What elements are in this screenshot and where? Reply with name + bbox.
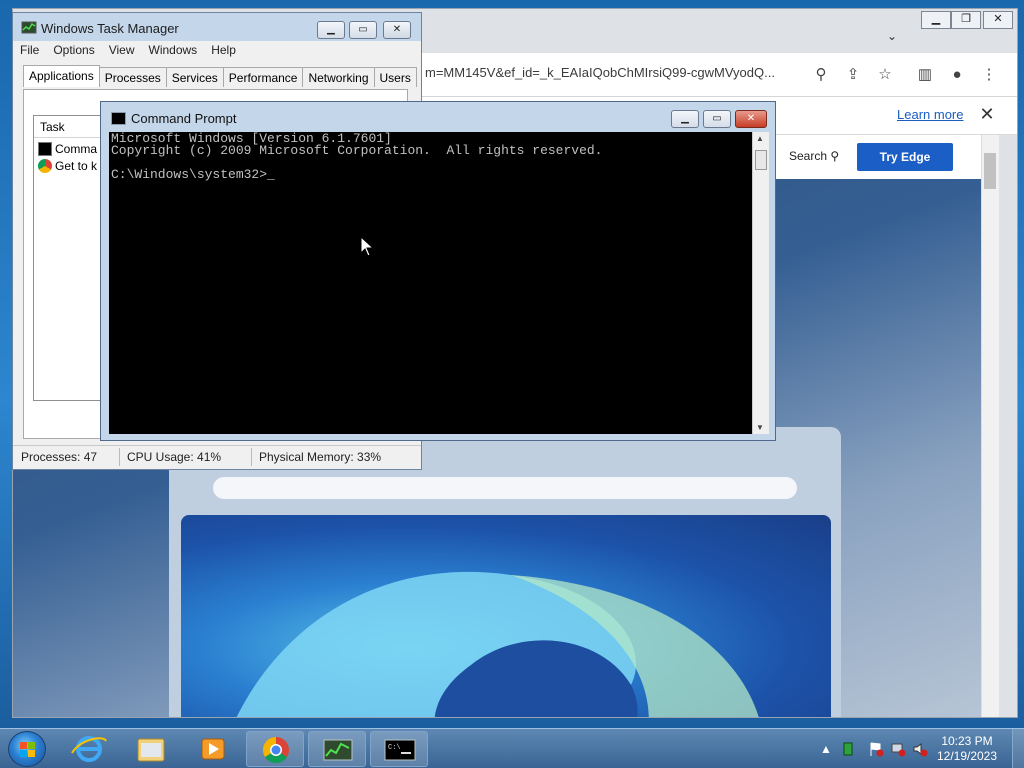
- network-activity-icon[interactable]: [840, 741, 856, 757]
- menu-help[interactable]: Help: [204, 41, 243, 59]
- task-manager-icon: [323, 739, 353, 761]
- taskmgr-restore-button[interactable]: ▭: [349, 21, 377, 39]
- status-divider: [251, 448, 252, 466]
- clock-date: 12/19/2023: [936, 749, 998, 763]
- chrome-icon: [38, 159, 52, 173]
- cmd-icon: [38, 142, 52, 156]
- share-icon[interactable]: ⇪: [841, 63, 865, 87]
- infobar-close-icon[interactable]: ✕: [975, 102, 999, 126]
- tab-applications[interactable]: Applications: [23, 65, 100, 87]
- task-manager-tabs: Applications Processes Services Performance…: [23, 65, 417, 89]
- taskbar-explorer-button[interactable]: [122, 731, 180, 767]
- svg-text:C:\: C:\: [388, 744, 401, 752]
- taskbar-ie-button[interactable]: [60, 731, 118, 767]
- taskbar-task-manager-button[interactable]: [308, 731, 366, 767]
- clock-time: 10:23 PM: [941, 734, 993, 748]
- cmd-window-icon: [111, 112, 126, 125]
- console-area[interactable]: Microsoft Windows [Version 6.1.7601] Cop…: [109, 132, 769, 434]
- url-text[interactable]: m=MM145V&ef_id=_k_EAIaIQobChMIrsiQ99-cgw…: [425, 65, 807, 85]
- scroll-up-icon[interactable]: ▲: [756, 134, 764, 143]
- taskmgr-minimize-button[interactable]: ▁: [317, 21, 345, 39]
- taskbar-chrome-button[interactable]: [246, 731, 304, 767]
- tab-processes[interactable]: Processes: [98, 67, 167, 87]
- show-hidden-icons-icon[interactable]: ▲: [818, 741, 834, 757]
- task-manager-title: Windows Task Manager: [41, 21, 179, 36]
- system-clock[interactable]: 10:23 PM 12/19/2023: [932, 734, 1002, 764]
- task-name: Comma: [55, 142, 98, 156]
- console-line-copyright: Copyright (c) 2009 Microsoft Corporation…: [111, 143, 603, 158]
- task-manager-icon: [21, 21, 37, 34]
- physical-memory: Physical Memory: 33%: [259, 450, 382, 464]
- profile-avatar-icon[interactable]: ●: [945, 63, 969, 87]
- taskmgr-close-button[interactable]: ✕: [383, 21, 411, 39]
- cmd-close-button[interactable]: ✕: [735, 110, 767, 128]
- folder-icon: [137, 738, 165, 762]
- windows-logo-icon: [20, 742, 35, 757]
- scroll-down-icon[interactable]: ▼: [756, 423, 764, 432]
- browser-close-button[interactable]: ✕: [983, 11, 1013, 29]
- mouse-cursor-icon: [360, 236, 375, 257]
- command-prompt-window[interactable]: Command Prompt ▁ ▭ ✕ Microsoft Windows […: [100, 101, 776, 441]
- console-scroll-thumb[interactable]: [755, 150, 767, 170]
- task-row[interactable]: Comma: [38, 142, 97, 158]
- command-prompt-icon: C:\: [384, 739, 416, 761]
- taskbar-media-player-button[interactable]: [184, 731, 242, 767]
- page-scrollbar[interactable]: [981, 135, 999, 717]
- start-button[interactable]: [8, 731, 46, 767]
- menu-kebab-icon[interactable]: ⋮: [977, 63, 1001, 87]
- try-edge-button[interactable]: Try Edge: [857, 143, 953, 171]
- console-prompt[interactable]: C:\Windows\system32>_: [111, 168, 275, 181]
- learn-more-link[interactable]: Learn more: [897, 107, 963, 122]
- internet-explorer-icon: [71, 736, 107, 762]
- tab-networking[interactable]: Networking: [302, 67, 375, 87]
- task-name: Get to k: [55, 159, 98, 173]
- page-scroll-thumb[interactable]: [984, 153, 996, 189]
- side-panel-icon[interactable]: ▥: [913, 63, 937, 87]
- network-disconnected-icon[interactable]: [890, 741, 906, 757]
- chrome-icon: [262, 736, 289, 764]
- command-prompt-title: Command Prompt: [131, 111, 237, 126]
- menu-file[interactable]: File: [13, 41, 46, 59]
- browser-minimize-button[interactable]: ▁: [921, 11, 951, 29]
- task-manager-menubar: File Options View Windows Help: [13, 41, 421, 61]
- show-desktop-button[interactable]: [1012, 729, 1024, 768]
- menu-options[interactable]: Options: [46, 41, 101, 59]
- cmd-maximize-button[interactable]: ▭: [703, 110, 731, 128]
- hero-edge-logo-image: [181, 515, 831, 717]
- hero-search-bar: [213, 477, 797, 499]
- system-tray: ▲ 10:23 PM 12/19/2023: [814, 729, 1024, 768]
- taskbar-cmd-button[interactable]: C:\: [370, 731, 428, 767]
- taskbar: C:\ ▲ 10:23 PM 12/19/2023: [0, 728, 1024, 768]
- task-row[interactable]: Get to k: [38, 159, 97, 175]
- page-search-link[interactable]: Search ⚲: [789, 149, 839, 163]
- menu-windows[interactable]: Windows: [142, 41, 205, 59]
- cmd-minimize-button[interactable]: ▁: [671, 110, 699, 128]
- tab-users[interactable]: Users: [373, 67, 417, 87]
- cpu-usage: CPU Usage: 41%: [127, 450, 222, 464]
- media-player-icon: [201, 738, 225, 760]
- tab-search-chevron-icon[interactable]: ⌄: [887, 29, 903, 45]
- tab-services[interactable]: Services: [165, 67, 224, 87]
- bookmark-star-icon[interactable]: ☆: [873, 63, 897, 87]
- search-lens-icon[interactable]: ⚲: [809, 63, 833, 87]
- action-center-flag-icon[interactable]: [868, 741, 884, 757]
- processes-count: Processes: 47: [21, 450, 98, 464]
- browser-restore-button[interactable]: ❐: [951, 11, 981, 29]
- console-scrollbar[interactable]: ▲ ▼: [752, 132, 769, 434]
- status-divider: [119, 448, 120, 466]
- task-manager-titlebar[interactable]: Windows Task Manager ▁ ▭ ✕: [13, 13, 421, 41]
- menu-view[interactable]: View: [102, 41, 142, 59]
- volume-muted-icon[interactable]: [912, 741, 928, 757]
- tab-performance[interactable]: Performance: [222, 67, 304, 87]
- task-manager-statusbar: Processes: 47 CPU Usage: 41% Physical Me…: [13, 445, 421, 469]
